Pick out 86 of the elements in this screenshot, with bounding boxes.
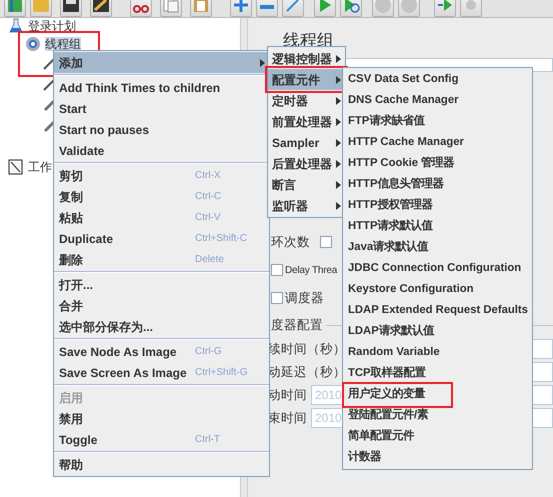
menu-item[interactable]: CSV Data Set Config (343, 69, 532, 90)
field-label: 环次数 (271, 234, 310, 251)
menu-item[interactable]: 简单配置元件 (343, 426, 532, 447)
menu-item[interactable]: LDAP请求默认值 (343, 321, 532, 342)
menu-item[interactable]: Save Screen As Image Ctrl+Shift-G (54, 362, 269, 383)
menu-item[interactable]: Keystore Configuration (343, 279, 532, 300)
plus-icon (231, 0, 251, 14)
menu-item[interactable]: HTTP Cookie 管理器 (343, 153, 532, 174)
menu-item[interactable]: LDAP Extended Request Defaults (343, 300, 532, 321)
menu-item[interactable]: 粘贴 Ctrl-V (54, 207, 269, 228)
section-legend: 度器配置 (271, 316, 323, 335)
menu-item[interactable]: Add Think Times to children (54, 77, 269, 98)
menu-item[interactable]: HTTP授权管理器 (343, 195, 532, 216)
menu-item[interactable]: 监听器 (268, 195, 345, 216)
menu-item[interactable]: 合并 (54, 295, 269, 316)
submenu-arrow-icon (336, 96, 341, 104)
shortcut-label: Ctrl-T (195, 433, 221, 447)
paste-icon (191, 0, 211, 14)
shortcut-label: Ctrl-C (195, 190, 222, 204)
checkbox-label: 调度器 (285, 290, 324, 307)
menu-item[interactable]: Validate (54, 140, 269, 161)
folder-icon (31, 0, 51, 14)
menu-item[interactable]: JDBC Connection Configuration (343, 258, 532, 279)
shortcut-label: Ctrl-X (195, 169, 222, 183)
menu-item[interactable]: Toggle Ctrl-T (54, 429, 269, 450)
menu-item[interactable]: 用户定义的变量 (343, 384, 532, 405)
tree-item[interactable]: 线程组 (45, 37, 81, 51)
book-icon (5, 0, 25, 14)
menu-item[interactable]: HTTP Cache Manager (343, 132, 532, 153)
menu-item[interactable]: 前置处理器 (268, 111, 345, 132)
tree-item[interactable]: 工作 (28, 160, 52, 174)
menu-item[interactable]: 后置处理器 (268, 153, 345, 174)
stop-icon (399, 0, 419, 14)
flask-icon (8, 18, 24, 34)
shortcut-label: Ctrl-G (195, 345, 223, 359)
minus-icon (260, 5, 274, 9)
shortcut-label: Ctrl+Shift-G (195, 366, 249, 380)
menu-item[interactable]: Save Node As Image Ctrl-G (54, 341, 269, 362)
menu-item[interactable]: 选中部分保存为... (54, 316, 269, 337)
submenu-arrow-icon (336, 76, 341, 84)
menu-item[interactable]: DNS Cache Manager (343, 90, 532, 111)
toolbar-button[interactable] (130, 0, 152, 17)
menu-item[interactable]: 删除 Delete (54, 249, 269, 270)
menu-item[interactable]: 帮助 (54, 454, 269, 475)
menu-item[interactable]: 断言 (268, 174, 345, 195)
tree-item[interactable]: 登录计划 (28, 19, 76, 33)
menu-item[interactable]: 剪切 Ctrl-X (54, 165, 269, 186)
stop-icon (373, 0, 393, 14)
shortcut-label: Ctrl-V (195, 211, 222, 225)
toolbar-button[interactable] (90, 0, 112, 17)
menu-item[interactable]: 禁用 (54, 408, 269, 429)
menu-item[interactable]: Java请求默认值 (343, 237, 532, 258)
toolbar-button[interactable] (60, 0, 82, 17)
menu-item[interactable]: Start (54, 98, 269, 119)
submenu-arrow-icon (336, 118, 341, 126)
menu-item[interactable]: 复制 Ctrl-C (54, 186, 269, 207)
menu-item[interactable]: Start no pauses (54, 119, 269, 140)
submenu-arrow-icon (336, 138, 341, 146)
menu-item[interactable]: 定时器 (268, 90, 345, 111)
submenu-arrow-icon (336, 160, 341, 168)
notepad-icon (8, 158, 24, 174)
copy-icon (161, 0, 181, 14)
shortcut-label: Ctrl+Shift-C (195, 232, 248, 246)
checkbox-label: Delay Threa (285, 264, 338, 278)
pencil-icon (91, 0, 111, 14)
checkbox[interactable] (271, 292, 283, 304)
menu-item[interactable]: HTTP请求默认值 (343, 216, 532, 237)
submenu-arrow-icon (336, 180, 341, 188)
checkbox[interactable] (320, 236, 332, 248)
submenu-arrow-icon (336, 54, 341, 62)
checkbox[interactable] (271, 264, 283, 276)
menu-item[interactable]: Random Variable (343, 342, 532, 363)
save-icon (61, 0, 81, 14)
shortcut-label: Delete (195, 253, 225, 267)
menu-item[interactable]: 添加 (54, 52, 269, 73)
menu-item[interactable]: 计数器 (343, 447, 532, 468)
menu-item[interactable]: TCP取样器配置 (343, 363, 532, 384)
menu-item[interactable]: 登陆配置元件/素 (343, 405, 532, 426)
menu-item[interactable]: HTTP信息头管理器 (343, 174, 532, 195)
menu-item[interactable]: Sampler (268, 132, 345, 153)
menu-item[interactable]: FTP请求缺省值 (343, 111, 532, 132)
menu-item[interactable]: 逻辑控制器 (268, 48, 345, 69)
menu-item[interactable]: Duplicate Ctrl+Shift-C (54, 228, 269, 249)
menu-item[interactable]: 打开... (54, 274, 269, 295)
menu-item[interactable]: 配置元件 (268, 69, 345, 90)
submenu-arrow-icon (336, 202, 341, 210)
